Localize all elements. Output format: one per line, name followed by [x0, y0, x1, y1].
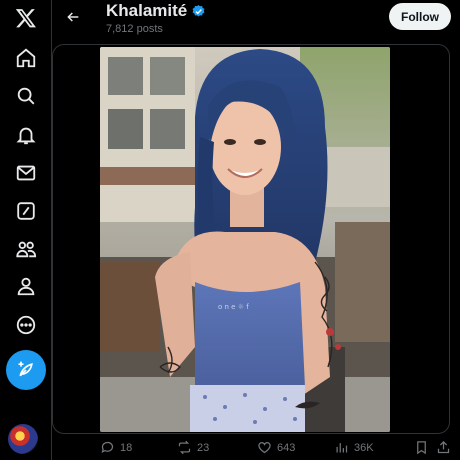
profile-icon[interactable]	[6, 268, 46, 304]
envelope-glyph	[16, 165, 36, 181]
back-arrow-icon[interactable]	[62, 6, 84, 28]
bar-chart-icon	[336, 443, 348, 453]
post-photo[interactable]: o n e ☼ f	[100, 47, 390, 432]
search-icon[interactable]	[6, 78, 46, 114]
profile-display-name[interactable]: Khalamité	[106, 1, 187, 21]
home-icon[interactable]	[6, 40, 46, 76]
compose-post-button[interactable]	[6, 350, 46, 390]
reply-icon	[101, 441, 114, 454]
verified-badge-icon	[191, 4, 206, 19]
like-count: 643	[277, 441, 296, 454]
verified-glyph	[192, 4, 205, 16]
post-count: 7,812 posts	[106, 23, 163, 35]
more-glyph	[16, 315, 36, 335]
views-button[interactable]: 36K	[334, 440, 374, 455]
slash-box-glyph	[17, 202, 35, 220]
share-icon	[437, 440, 450, 454]
like-button[interactable]: 643	[257, 440, 295, 455]
communities-icon[interactable]	[6, 231, 46, 267]
share-button[interactable]	[436, 440, 451, 455]
messages-envelope-icon[interactable]	[6, 155, 46, 191]
repost-button[interactable]: 23	[177, 440, 209, 455]
post-action-bar: 18 23 643 36K	[52, 438, 460, 460]
back-arrow-glyph	[67, 12, 79, 22]
post-header: Khalamité 7,812 posts Follow	[52, 0, 460, 44]
x-logo-icon[interactable]	[6, 0, 46, 36]
search-glyph	[17, 87, 35, 105]
people-glyph	[16, 241, 37, 258]
media-viewer: o n e ☼ f	[52, 44, 450, 434]
x-logo-glyph	[15, 9, 36, 28]
photo-illustration: o n e ☼ f	[100, 47, 390, 432]
account-avatar[interactable]	[8, 424, 38, 454]
more-circle-icon[interactable]	[6, 307, 46, 343]
bookmark-button[interactable]	[414, 440, 429, 455]
repost-icon	[178, 440, 191, 455]
bell-glyph	[16, 127, 36, 145]
reply-count: 18	[120, 441, 133, 454]
follow-button[interactable]: Follow	[389, 3, 451, 30]
bookmark-icon	[417, 441, 426, 455]
person-glyph	[17, 277, 35, 296]
grok-slash-icon[interactable]	[6, 193, 46, 229]
repost-count: 23	[197, 441, 210, 454]
view-count: 36K	[354, 441, 374, 454]
app-window: Khalamité 7,812 posts Follow o n e ☼ f 1…	[0, 0, 460, 460]
notifications-bell-icon[interactable]	[6, 117, 46, 153]
nav-rail	[0, 0, 52, 460]
shirt-print-text: o n e ☼ f	[218, 303, 249, 311]
profile-title-row: Khalamité	[106, 1, 206, 21]
home-glyph	[16, 48, 36, 68]
feather-plus-icon	[18, 361, 33, 377]
heart-icon	[258, 442, 271, 454]
reply-button[interactable]: 18	[100, 440, 132, 455]
